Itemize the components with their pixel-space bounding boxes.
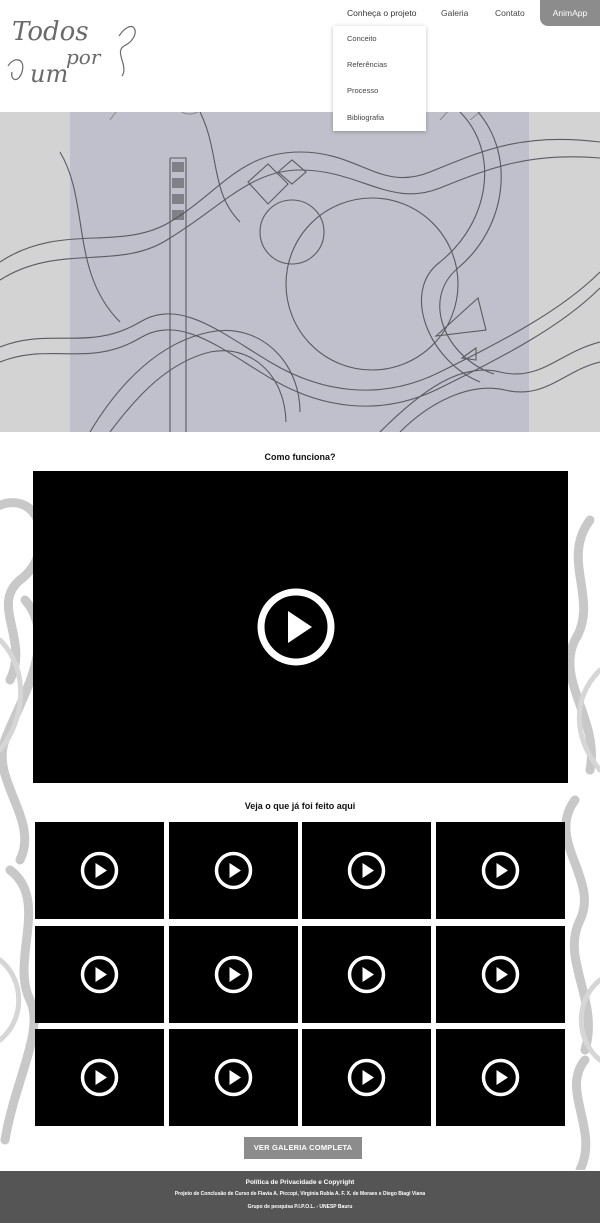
gallery-thumbnail[interactable]: [169, 822, 298, 919]
video-section-title: Como funciona?: [264, 452, 336, 462]
play-icon[interactable]: [347, 955, 386, 994]
gallery-thumbnail[interactable]: [302, 1029, 431, 1126]
dropdown-item-referencias[interactable]: Referências: [347, 58, 387, 72]
play-icon[interactable]: [214, 1058, 253, 1097]
view-full-gallery-button[interactable]: VER GALERIA COMPLETA: [244, 1137, 362, 1159]
gallery-thumbnail[interactable]: [169, 1029, 298, 1126]
play-icon[interactable]: [80, 1058, 119, 1097]
gallery-thumbnail[interactable]: [302, 926, 431, 1023]
hero-sketch-lines: [0, 112, 600, 432]
gallery-thumbnail[interactable]: [35, 1029, 164, 1126]
play-icon[interactable]: [80, 955, 119, 994]
play-icon[interactable]: [481, 955, 520, 994]
play-icon[interactable]: [214, 851, 253, 890]
play-icon[interactable]: [80, 851, 119, 890]
play-icon[interactable]: [256, 587, 336, 667]
play-icon[interactable]: [481, 1058, 520, 1097]
gallery-thumbnail[interactable]: [436, 926, 565, 1023]
svg-text:Todos: Todos: [12, 17, 89, 47]
nav-item-galeria[interactable]: Galeria: [441, 0, 468, 26]
dropdown-item-conceito[interactable]: Conceito: [347, 32, 377, 46]
nav-item-contato[interactable]: Contato: [495, 0, 525, 26]
main-video-player[interactable]: [33, 471, 568, 783]
gallery-thumbnail[interactable]: [35, 822, 164, 919]
hero-artwork: [0, 112, 600, 432]
nav-animapp-button[interactable]: AnimApp: [540, 0, 600, 26]
dropdown-item-processo[interactable]: Processo: [347, 84, 378, 98]
svg-text:um: um: [30, 60, 68, 88]
gallery-thumbnail[interactable]: [302, 822, 431, 919]
gallery-grid: [35, 822, 565, 1126]
gallery-thumbnail[interactable]: [436, 822, 565, 919]
gallery-thumbnail[interactable]: [35, 926, 164, 1023]
dropdown-item-bibliografia[interactable]: Bibliografia: [347, 111, 384, 125]
main-nav: Conheça o projeto Galeria Contato AnimAp…: [332, 0, 600, 26]
project-credits: Projeto de Conclusão de Curso de Flavia …: [174, 1191, 426, 1197]
play-icon[interactable]: [481, 851, 520, 890]
gallery-thumbnail[interactable]: [169, 926, 298, 1023]
nav-item-conheca-projeto[interactable]: Conheça o projeto: [347, 0, 416, 26]
play-icon[interactable]: [214, 955, 253, 994]
play-icon[interactable]: [347, 1058, 386, 1097]
play-icon[interactable]: [347, 851, 386, 890]
privacy-copyright-link[interactable]: Política de Privacidade e Copyright: [0, 1179, 600, 1186]
research-group: Grupo de pesquisa P.I.P.O.L. - UNESP Bau…: [247, 1204, 353, 1210]
gallery-thumbnail[interactable]: [436, 1029, 565, 1126]
todos-por-um-logo[interactable]: Todos por um: [4, 6, 142, 90]
project-dropdown-menu: Conceito Referências Processo Bibliograf…: [333, 26, 426, 131]
site-footer: Política de Privacidade e Copyright Proj…: [0, 1171, 600, 1223]
gallery-section-title: Veja o que já foi feito aqui: [244, 801, 356, 811]
site-header: Todos por um Conheça o projeto Galeria C…: [0, 0, 600, 112]
svg-text:por: por: [66, 45, 102, 69]
